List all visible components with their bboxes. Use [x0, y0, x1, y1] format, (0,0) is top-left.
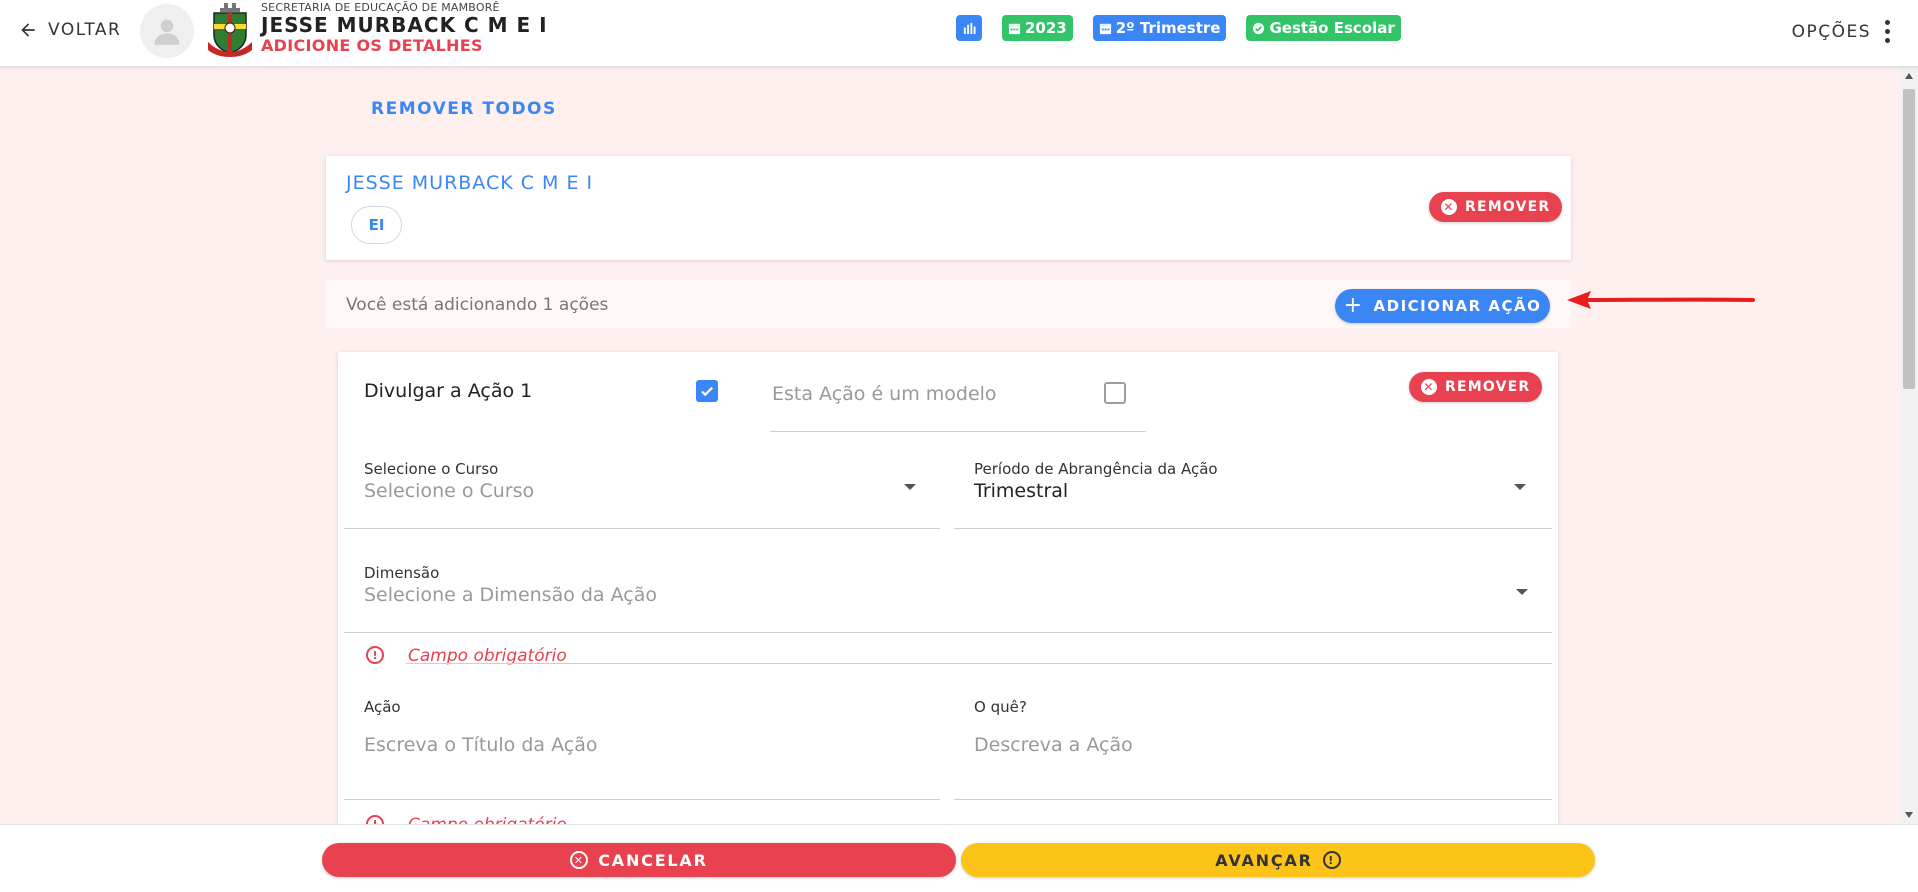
action-title-error-text: Campo obrigatório [408, 815, 567, 824]
scroll-up-icon[interactable] [1905, 73, 1913, 79]
annotation-arrow-icon [1567, 291, 1755, 309]
remove-school-label: REMOVER [1465, 199, 1551, 215]
add-action-label: ADICIONAR AÇÃO [1373, 297, 1542, 315]
remove-school-button[interactable]: ✕ REMOVER [1429, 192, 1563, 222]
quarter-label: 2º Trimestre [1115, 19, 1221, 37]
context-badges: 2023 2º Trimestre Gestão Escolar [956, 15, 1401, 41]
course-placeholder: Selecione o Curso [364, 480, 535, 502]
alert-circle-icon: ! [366, 815, 384, 824]
close-circle-icon: ✕ [570, 851, 589, 869]
alert-circle-icon: ! [366, 646, 384, 664]
options-menu-button[interactable]: OPÇÕES [1792, 20, 1890, 43]
module-badge[interactable]: Gestão Escolar [1246, 15, 1401, 41]
action-description-input[interactable]: O quê? Descreva a Ação [954, 692, 1552, 800]
municipal-coat-of-arms-icon [208, 3, 252, 57]
level-chip[interactable]: EI [351, 206, 402, 244]
close-circle-icon: ✕ [1441, 199, 1457, 215]
calendar-icon [1099, 23, 1111, 34]
more-vertical-icon [1885, 20, 1890, 43]
action-title-input[interactable]: Ação Escreva o Título da Ação [344, 692, 940, 800]
scroll-down-icon[interactable] [1905, 812, 1913, 818]
dimension-label: Dimensão [364, 564, 440, 582]
bar-chart-icon [963, 22, 976, 34]
quarter-badge[interactable]: 2º Trimestre [1092, 15, 1227, 41]
school-card-title: JESSE MURBACK C M E I [346, 172, 594, 194]
cancel-button[interactable]: ✕ CANCELAR [322, 843, 956, 877]
module-label: Gestão Escolar [1269, 19, 1395, 37]
avatar[interactable] [140, 4, 194, 58]
action-description-placeholder: Descreva a Ação [974, 734, 1133, 756]
chevron-down-icon [1514, 484, 1526, 490]
dimension-placeholder: Selecione a Dimensão da Ação [364, 584, 657, 606]
chevron-down-icon [904, 484, 916, 490]
action-title-label: Ação [364, 698, 401, 716]
next-label: AVANÇAR [1215, 850, 1313, 870]
school-name: JESSE MURBACK C M E I [261, 13, 548, 37]
options-label: OPÇÕES [1791, 21, 1871, 42]
next-button[interactable]: AVANÇAR ! [961, 843, 1595, 877]
add-action-bar: Você está adicionando 1 ações + ADICIONA… [326, 280, 1571, 328]
back-label: VOLTAR [48, 20, 122, 40]
plus-icon: + [1343, 293, 1364, 318]
publish-checkbox[interactable] [696, 380, 718, 402]
stats-badge[interactable] [956, 15, 982, 41]
calendar-icon [1008, 23, 1021, 34]
year-badge[interactable]: 2023 [1002, 15, 1073, 41]
action-description-label: O quê? [974, 698, 1027, 716]
top-app-bar: VOLTAR SECRETARIA DE EDUCAÇÃO DE MAMBORÊ… [0, 0, 1918, 67]
dimension-error: ! Campo obrigatório [366, 646, 567, 666]
period-value: Trimestral [974, 480, 1069, 502]
action-title-error: ! Campo obrigatório [366, 815, 567, 824]
user-icon [154, 19, 180, 45]
publish-label: Divulgar a Ação 1 [364, 380, 533, 402]
school-header: SECRETARIA DE EDUCAÇÃO DE MAMBORÊ JESSE … [261, 1, 548, 56]
model-checkbox[interactable] [1104, 382, 1126, 404]
add-action-button[interactable]: + ADICIONAR AÇÃO [1335, 289, 1550, 323]
vertical-scrollbar[interactable] [1900, 67, 1918, 824]
course-select[interactable]: Selecione o Curso Selecione o Curso [344, 452, 940, 529]
remove-action-button[interactable]: ✕ REMOVER [1409, 372, 1543, 402]
year-label: 2023 [1025, 19, 1067, 37]
alert-circle-icon: ! [1322, 851, 1341, 869]
school-card: JESSE MURBACK C M E I EI ✕ REMOVER [326, 156, 1571, 260]
dimension-select[interactable]: Dimensão Selecione a Dimensão da Ação [344, 554, 1552, 633]
arrow-left-icon [21, 23, 35, 37]
model-label: Esta Ação é um modelo [772, 383, 997, 405]
check-icon [701, 386, 713, 397]
action-card: Divulgar a Ação 1 Esta Ação é um modelo … [338, 352, 1558, 824]
check-circle-icon [1253, 22, 1265, 34]
remove-action-label: REMOVER [1445, 379, 1531, 395]
page-subtitle: ADICIONE OS DETALHES [261, 36, 483, 55]
divider [406, 663, 1552, 664]
course-label: Selecione o Curso [364, 460, 499, 478]
period-select[interactable]: Período de Abrangência da Ação Trimestra… [954, 452, 1552, 529]
model-toggle-field: Esta Ação é um modelo [770, 352, 1146, 432]
action-count-text: Você está adicionando 1 ações [346, 295, 609, 315]
main-content: REMOVER TODOS JESSE MURBACK C M E I EI ✕… [0, 67, 1900, 824]
close-circle-icon: ✕ [1421, 379, 1437, 395]
chevron-down-icon [1516, 589, 1528, 595]
remove-all-button[interactable]: REMOVER TODOS [371, 99, 557, 119]
back-button[interactable]: VOLTAR [18, 20, 121, 40]
action-title-placeholder: Escreva o Título da Ação [364, 734, 598, 756]
footer-bar: ✕ CANCELAR AVANÇAR ! [0, 824, 1918, 892]
period-label: Período de Abrangência da Ação [974, 460, 1218, 478]
scrollbar-thumb[interactable] [1903, 89, 1915, 389]
cancel-label: CANCELAR [598, 850, 708, 870]
